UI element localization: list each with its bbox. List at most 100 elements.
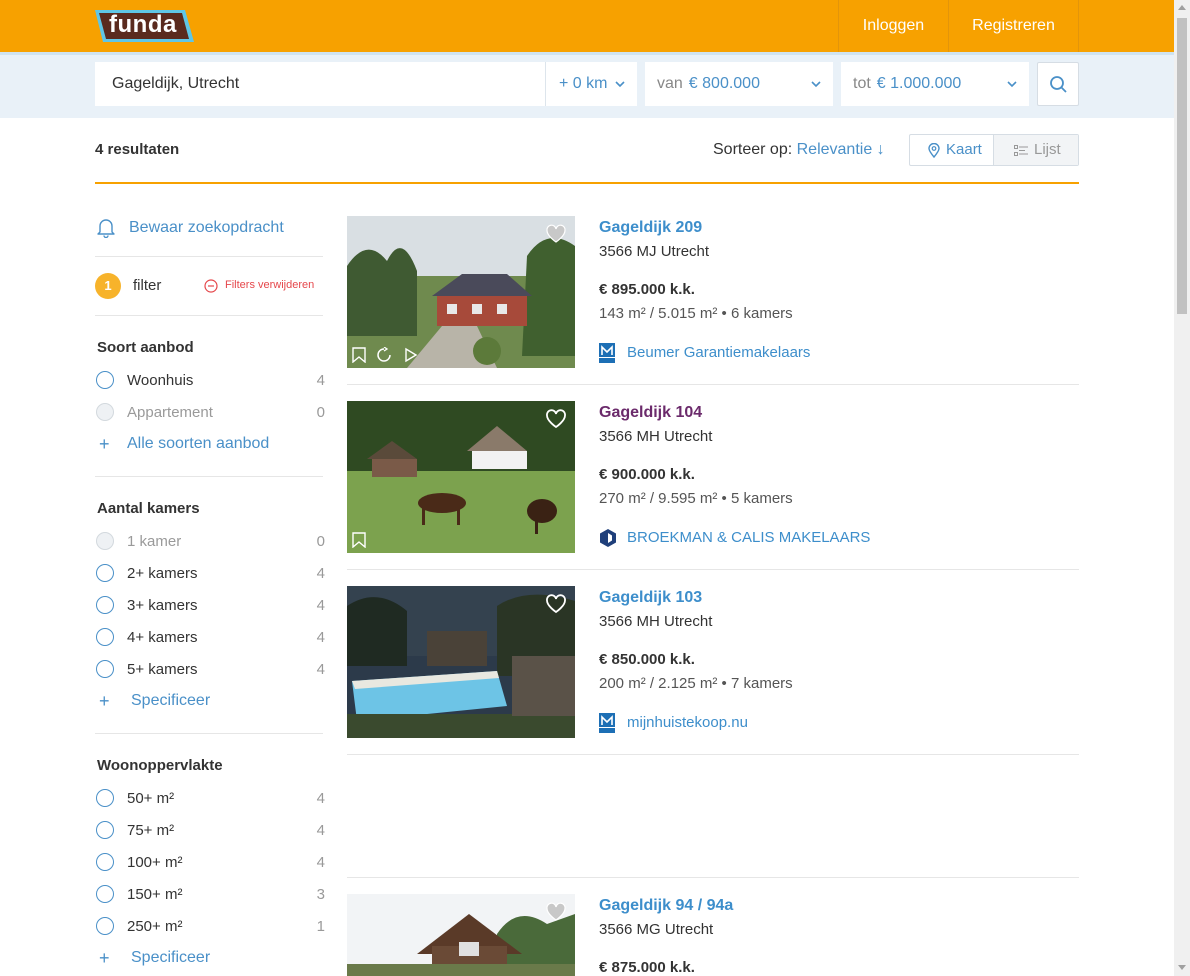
listing-address[interactable]: Gageldijk 94 / 94a	[599, 897, 733, 915]
listing-price: € 850.000 k.k.	[599, 651, 695, 668]
list-icon	[1014, 145, 1028, 156]
scroll-up-arrow-icon[interactable]	[1178, 5, 1186, 10]
agent-name: BROEKMAN & CALIS MAKELAARS	[627, 529, 871, 546]
listing-photo[interactable]	[347, 401, 575, 553]
option-label: 100+ m²	[127, 854, 183, 871]
option-label: 5+ kamers	[127, 661, 198, 678]
option-count: 4	[316, 597, 325, 614]
map-view-button[interactable]: Kaart	[910, 135, 994, 165]
option-count: 4	[316, 790, 325, 807]
heart-icon[interactable]	[545, 902, 567, 922]
listing-photo[interactable]	[347, 216, 575, 368]
option-label: Appartement	[127, 404, 213, 421]
search-icon	[1050, 76, 1067, 93]
radio-button[interactable]	[96, 660, 114, 678]
listing-zip: 3566 MH Utrecht	[599, 428, 713, 445]
radio-button[interactable]	[96, 596, 114, 614]
register-link[interactable]: Registreren	[948, 0, 1079, 52]
sort-value[interactable]: Relevantie ↓	[797, 141, 885, 158]
filter-option-150-m2[interactable]: 150+ m² 3	[96, 884, 325, 904]
heart-icon[interactable]	[545, 224, 567, 244]
more-label: Specificeer	[131, 949, 211, 966]
chevron-down-icon	[1007, 81, 1017, 88]
list-view-label: Lijst	[1034, 141, 1061, 158]
listing-agent-link[interactable]: mijnhuistekoop.nu	[599, 713, 748, 737]
radio-button[interactable]	[96, 628, 114, 646]
price-from-label: van	[657, 75, 683, 92]
funda-logo[interactable]: funda	[95, 8, 195, 44]
listing-address[interactable]: Gageldijk 104	[599, 404, 702, 422]
map-view-label: Kaart	[946, 141, 982, 158]
option-count: 4	[316, 629, 325, 646]
option-label: 150+ m²	[127, 886, 183, 903]
filter-option-3-kamers[interactable]: 3+ kamers 4	[96, 595, 325, 615]
listing-card[interactable]: Gageldijk 103 3566 MH Utrecht € 850.000 …	[347, 586, 1079, 755]
sidebar-divider	[95, 315, 323, 316]
option-count: 4	[316, 661, 325, 678]
save-search-label: Bewaar zoekopdracht	[129, 219, 284, 236]
radio-button[interactable]	[96, 371, 114, 389]
listing-photo[interactable]	[347, 586, 575, 738]
login-link[interactable]: Inloggen	[838, 0, 948, 52]
option-count: 0	[316, 404, 325, 421]
radio-button[interactable]	[96, 821, 114, 839]
location-input[interactable]: Gageldijk, Utrecht	[95, 62, 545, 106]
option-label: 1 kamer	[127, 533, 182, 550]
agent-name: Beumer Garantiemakelaars	[627, 344, 811, 361]
plus-icon: +	[99, 434, 110, 454]
radio-button[interactable]	[96, 853, 114, 871]
listing-meta: 143 m² / 5.015 m² • 6 kamers	[599, 305, 793, 322]
listing-address[interactable]: Gageldijk 103	[599, 589, 702, 607]
listing-photo[interactable]	[347, 894, 575, 976]
page-scrollbar[interactable]	[1174, 0, 1190, 976]
sort-label: Sorteer op:	[713, 141, 793, 158]
radio-button[interactable]	[96, 885, 114, 903]
ad-gap-divider	[347, 877, 1079, 878]
price-to-select[interactable]: tot € 1.000.000	[841, 62, 1029, 106]
radio-button[interactable]	[96, 917, 114, 935]
filter-option-250-m2[interactable]: 250+ m² 1	[96, 916, 325, 936]
scroll-thumb[interactable]	[1177, 18, 1187, 314]
location-value: Gageldijk, Utrecht	[112, 75, 240, 92]
option-count: 0	[316, 533, 325, 550]
house-photo-image	[347, 216, 575, 368]
radius-select[interactable]: + 0 km	[545, 62, 637, 106]
option-label: 3+ kamers	[127, 597, 198, 614]
radio-button[interactable]	[96, 789, 114, 807]
option-label: 50+ m²	[127, 790, 175, 807]
results-count: 4 resultaten	[95, 141, 180, 158]
heart-icon[interactable]	[545, 409, 567, 429]
listing-card[interactable]: Gageldijk 209 3566 MJ Utrecht € 895.000 …	[347, 216, 1079, 385]
listing-agent-link[interactable]: BROEKMAN & CALIS MAKELAARS	[599, 528, 870, 552]
sort-control[interactable]: Sorteer op: Relevantie ↓	[713, 141, 885, 159]
clear-filters-link[interactable]: Filters verwijderen	[204, 279, 314, 296]
option-count: 4	[316, 372, 325, 389]
filter-option-2-kamers[interactable]: 2+ kamers 4	[96, 563, 325, 583]
listing-card[interactable]: Gageldijk 94 / 94a 3566 MG Utrecht € 875…	[347, 894, 1079, 976]
search-button[interactable]	[1037, 62, 1079, 106]
bookmark-icon	[352, 532, 366, 548]
filter-option-5-kamers[interactable]: 5+ kamers 4	[96, 659, 325, 679]
filter-option-75-m2[interactable]: 75+ m² 4	[96, 820, 325, 840]
filter-option-100-m2[interactable]: 100+ m² 4	[96, 852, 325, 872]
save-search-link[interactable]: Bewaar zoekopdracht	[95, 216, 284, 243]
option-label: 2+ kamers	[127, 565, 198, 582]
sidebar-divider	[95, 733, 323, 734]
filter-option-woonhuis[interactable]: Woonhuis 4	[96, 370, 325, 390]
listing-card[interactable]: Gageldijk 104 3566 MH Utrecht € 900.000 …	[347, 401, 1079, 570]
heart-icon[interactable]	[545, 594, 567, 614]
filter-label: filter	[133, 277, 162, 294]
listing-agent-link[interactable]: Beumer Garantiemakelaars	[599, 343, 810, 367]
price-from-select[interactable]: van € 800.000	[645, 62, 833, 106]
scroll-down-arrow-icon[interactable]	[1178, 965, 1186, 970]
list-view-button[interactable]: Lijst	[994, 135, 1078, 165]
filter-option-50-m2[interactable]: 50+ m² 4	[96, 788, 325, 808]
listing-price: € 900.000 k.k.	[599, 466, 695, 483]
listing-meta: 270 m² / 9.595 m² • 5 kamers	[599, 490, 793, 507]
radio-button[interactable]	[96, 564, 114, 582]
plus-icon: +	[99, 948, 110, 968]
listing-address[interactable]: Gageldijk 209	[599, 219, 702, 237]
option-label: 4+ kamers	[127, 629, 198, 646]
filter-option-4-kamers[interactable]: 4+ kamers 4	[96, 627, 325, 647]
house-photo-image	[347, 586, 575, 738]
